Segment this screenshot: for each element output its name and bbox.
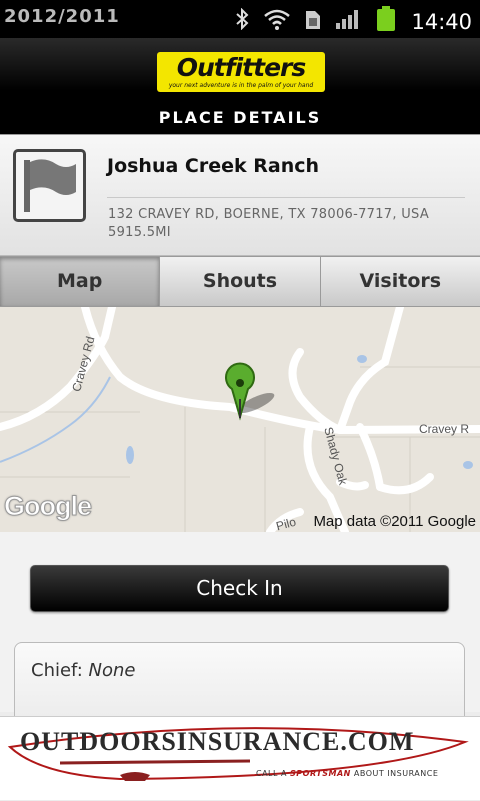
outfitters-logo: Outfitters your next adventure is in the… <box>157 52 325 92</box>
place-card: Joshua Creek Ranch 132 CRAVEY RD, BOERNE… <box>0 134 480 256</box>
status-bar: 2012/2011 14:40 <box>0 0 480 38</box>
check-in-button[interactable]: Check In <box>30 565 449 612</box>
chief-value: None <box>88 660 136 681</box>
ad-brand: OUTDOORSINSURANCE.COM <box>20 727 415 756</box>
page-title: PLACE DETAILS <box>158 108 322 127</box>
ad-tagline-prefix: CALL A <box>256 769 287 778</box>
map-attribution: Map data ©2011 Google <box>313 513 476 530</box>
tab-map[interactable]: Map <box>0 256 161 307</box>
battery-icon <box>375 6 397 37</box>
place-distance: 5915.5MI <box>108 225 171 240</box>
google-logo: Google <box>4 491 93 522</box>
tab-bar: Map Shouts Visitors <box>0 256 480 307</box>
status-right: 14:40 <box>235 6 472 37</box>
status-date: 2012/2011 <box>4 6 120 27</box>
chief-field: Chief: None <box>31 660 136 681</box>
tab-shouts[interactable]: Shouts <box>160 256 321 307</box>
sim-icon <box>305 8 321 35</box>
place-name: Joshua Creek Ranch <box>107 155 320 177</box>
chief-row: Chief: None <box>14 642 465 722</box>
ad-tagline-brand: SPORTSMAN <box>290 769 351 778</box>
logo-text: Outfitters <box>176 53 307 82</box>
flag-icon <box>13 149 86 222</box>
details-content: Check In Chief: None <box>0 532 480 722</box>
ad-tagline-suffix: ABOUT INSURANCE <box>353 769 439 778</box>
place-address: 132 CRAVEY RD, BOERNE, TX 78006-7717, US… <box>108 207 430 222</box>
signal-icon <box>335 8 361 35</box>
place-divider <box>107 197 465 198</box>
map-view[interactable]: Cravey Rd Cravey R Shady Oak Pilo Google… <box>0 307 480 532</box>
bluetooth-icon <box>235 7 249 35</box>
ad-banner[interactable]: OUTDOORSINSURANCE.COM CALL A SPORTSMAN A… <box>0 716 480 800</box>
tab-visitors[interactable]: Visitors <box>320 256 480 307</box>
chief-label: Chief: <box>31 660 83 681</box>
wifi-icon <box>263 8 291 35</box>
status-time: 14:40 <box>411 9 472 34</box>
logo-tagline: your next adventure is in the palm of yo… <box>168 82 314 89</box>
ad-tagline: CALL A SPORTSMAN ABOUT INSURANCE <box>256 769 438 778</box>
app-header: Outfitters your next adventure is in the… <box>0 38 480 134</box>
street-label-cravey-r: Cravey R <box>419 422 470 436</box>
